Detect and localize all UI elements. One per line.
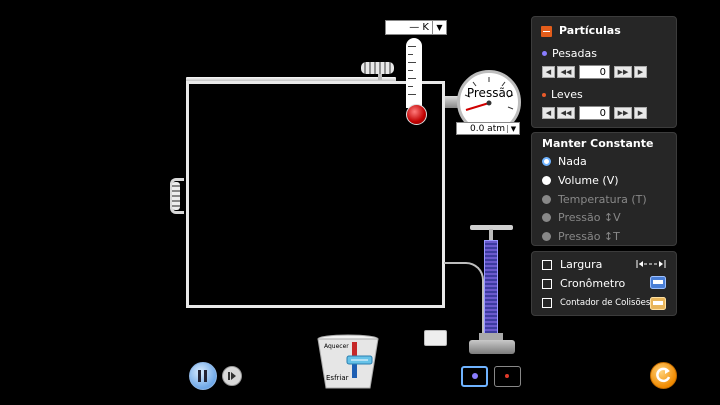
light-label-text: Leves — [551, 88, 583, 101]
heavy-label-text: Pesadas — [552, 47, 597, 60]
radio-disabled-icon — [542, 195, 551, 204]
light-particle-icon — [542, 92, 546, 97]
increment-fast-icon[interactable]: ▶▶ — [614, 66, 632, 78]
reset-button[interactable] — [650, 362, 677, 389]
resize-grip-icon[interactable] — [172, 182, 180, 210]
step-icon — [228, 372, 236, 380]
radio-selected-icon[interactable] — [542, 157, 551, 166]
checkbox-icon[interactable] — [542, 278, 552, 289]
temperature-units-select[interactable]: — K ▼ — [385, 20, 447, 35]
gauge-label: Pressão — [466, 86, 514, 100]
radio-temperature: Temperatura (T) — [542, 193, 647, 206]
temperature-readout: — K — [409, 22, 429, 33]
checkbox-icon[interactable] — [542, 259, 552, 270]
decrement-icon[interactable]: ◀ — [542, 66, 555, 78]
radio-nothing[interactable]: Nada — [542, 155, 587, 168]
step-button[interactable] — [222, 366, 242, 386]
checkbox-label: Cronômetro — [560, 277, 626, 290]
pump-base — [469, 340, 515, 354]
light-species-button[interactable] — [494, 366, 521, 387]
pause-button[interactable] — [189, 362, 217, 390]
checkbox-label: Largura — [560, 258, 603, 271]
radio-label: Pressão ↕V — [558, 211, 621, 224]
width-arrow-icon — [636, 260, 666, 268]
chevron-down-icon[interactable]: ▼ — [432, 21, 446, 34]
radio-volume[interactable]: Volume (V) — [542, 174, 619, 187]
tools-panel: Largura Cronômetro Contador de Colisões — [531, 251, 677, 316]
heavy-particles-label: Pesadas — [542, 47, 597, 60]
collision-counter-checkbox[interactable]: Contador de Colisões — [542, 298, 650, 308]
light-spinner: ◀ ◀◀ 0 ▶▶ ▶ — [542, 106, 647, 120]
panel-title: Partículas — [559, 24, 621, 37]
chevron-down-icon[interactable]: ▼ — [507, 124, 519, 133]
radio-label: Nada — [558, 155, 587, 168]
heavy-spinner: ◀ ◀◀ 0 ▶▶ ▶ — [542, 65, 647, 79]
thermometer-bulb — [406, 104, 427, 125]
heavy-species-button[interactable] — [461, 366, 488, 387]
collision-counter-icon — [650, 297, 666, 310]
light-particles-label: Leves — [542, 88, 583, 101]
thermometer — [406, 38, 422, 108]
heavy-particle-icon — [542, 51, 547, 56]
cool-label: Esfriar — [326, 374, 349, 382]
checkbox-label: Contador de Colisões — [560, 298, 651, 308]
pressure-readout: 0.0 atm — [470, 123, 505, 134]
pump-barrel[interactable] — [484, 240, 498, 340]
ruler-icon[interactable] — [424, 330, 447, 346]
collapse-icon[interactable] — [541, 26, 552, 37]
increment-icon[interactable]: ▶ — [634, 66, 647, 78]
radio-pressure-v: Pressão ↕V — [542, 211, 621, 224]
radio-label: Pressão ↕T — [558, 230, 620, 243]
panel-title: Manter Constante — [542, 137, 654, 150]
pump-hose — [444, 262, 484, 346]
radio-pressure-t: Pressão ↕T — [542, 230, 620, 243]
light-particle-icon — [505, 374, 509, 378]
increment-fast-icon[interactable]: ▶▶ — [614, 107, 632, 119]
radio-label: Temperatura (T) — [558, 193, 647, 206]
radio-label: Volume (V) — [558, 174, 619, 187]
decrement-fast-icon[interactable]: ◀◀ — [557, 107, 575, 119]
heater-cooler: Aquecer Esfriar — [316, 334, 380, 391]
checkbox-icon[interactable] — [542, 298, 552, 308]
increment-icon[interactable]: ▶ — [634, 107, 647, 119]
lid-handle[interactable] — [361, 62, 394, 74]
light-count[interactable]: 0 — [579, 106, 610, 120]
particles-panel: Partículas Pesadas ◀ ◀◀ 0 ▶▶ ▶ Leves ◀ ◀… — [531, 16, 677, 128]
width-checkbox[interactable]: Largura — [542, 258, 602, 271]
heavy-count[interactable]: 0 — [579, 65, 610, 79]
radio-disabled-icon — [542, 213, 551, 222]
reset-icon — [656, 367, 671, 383]
stopwatch-icon — [650, 276, 666, 289]
heavy-particle-icon — [472, 373, 478, 379]
radio-icon[interactable] — [542, 176, 551, 185]
hold-constant-panel: Manter Constante Nada Volume (V) Tempera… — [531, 132, 677, 246]
radio-disabled-icon — [542, 232, 551, 241]
decrement-fast-icon[interactable]: ◀◀ — [557, 66, 575, 78]
decrement-icon[interactable]: ◀ — [542, 107, 555, 119]
pause-icon — [198, 370, 201, 382]
heat-label: Aquecer — [324, 343, 349, 350]
pressure-units-select[interactable]: 0.0 atm ▼ — [456, 122, 520, 135]
stopwatch-checkbox[interactable]: Cronômetro — [542, 277, 625, 290]
